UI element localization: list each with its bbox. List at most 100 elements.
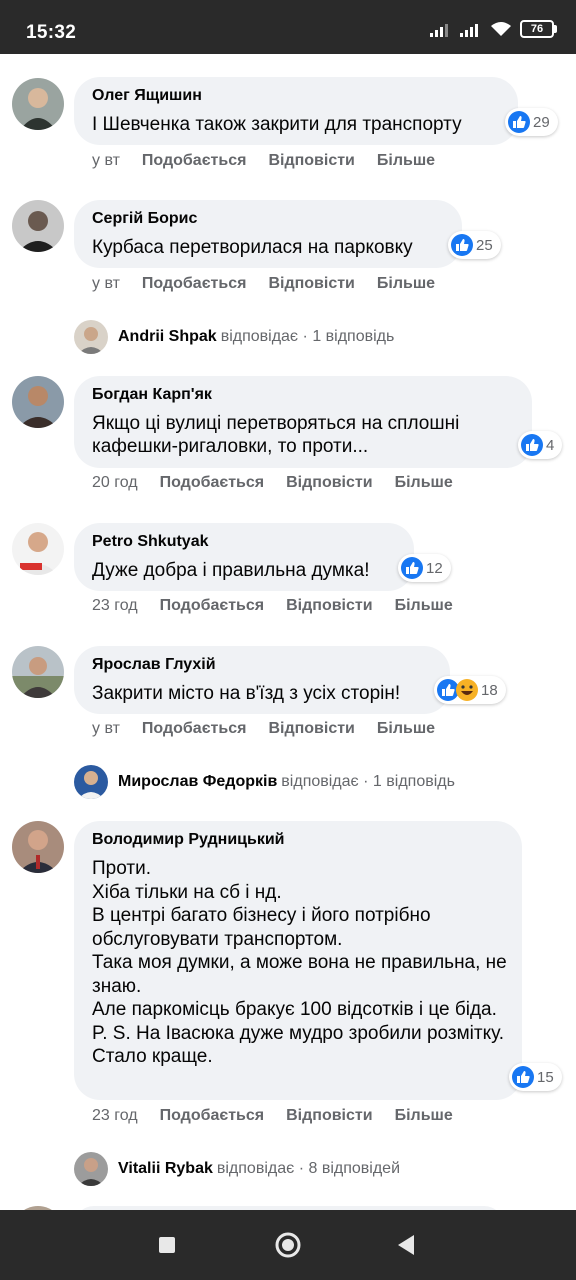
comment-meta: у вт Подобається Відповісти Більше: [92, 152, 435, 170]
comment-text: Якщо ці вулиці перетворяться на сплошні …: [92, 413, 460, 457]
battery-icon: 76: [520, 20, 557, 38]
reaction-summary[interactable]: 12: [398, 554, 451, 582]
like-icon: [521, 434, 543, 456]
reply-button[interactable]: Відповісти: [268, 275, 354, 293]
recents-square-icon[interactable]: [158, 1236, 176, 1259]
reaction-summary[interactable]: 18: [434, 676, 506, 704]
more-button[interactable]: Більше: [377, 152, 435, 170]
view-replies-link[interactable]: Мирослав Федорків відповідає · 1 відпові…: [74, 764, 455, 800]
like-button[interactable]: Подобається: [160, 1107, 265, 1125]
view-replies-link[interactable]: Andrii Shpak відповідає · 1 відповідь: [74, 319, 394, 355]
reply-author: Мирослав Федорків: [118, 773, 278, 790]
reply-button[interactable]: Відповісти: [286, 597, 372, 615]
separator: ·: [298, 328, 313, 345]
reply-verb: відповідає: [220, 328, 299, 345]
reaction-summary[interactable]: 29: [505, 108, 558, 136]
comment-time[interactable]: у вт: [92, 720, 120, 738]
avatar[interactable]: [12, 78, 64, 130]
comment-bubble[interactable]: Володимир Рудницький Проти. Хіба тільки …: [74, 821, 522, 1100]
comment-meta: 20 год Подобається Відповісти Більше: [92, 474, 453, 492]
comment-bubble[interactable]: Олег Ящишин І Шевченка також закрити для…: [74, 77, 518, 145]
separator: ·: [294, 1160, 309, 1177]
reaction-summary[interactable]: 15: [509, 1063, 562, 1091]
reaction-count: 29: [533, 113, 550, 131]
comment-time[interactable]: у вт: [92, 275, 120, 293]
reply-verb: відповідає: [281, 773, 359, 790]
reaction-summary[interactable]: 25: [448, 231, 501, 259]
reaction-count: 25: [476, 236, 493, 254]
avatar[interactable]: [12, 821, 64, 873]
like-button[interactable]: Подобається: [142, 720, 247, 738]
more-button[interactable]: Більше: [377, 275, 435, 293]
separator: ·: [358, 773, 373, 790]
reply-author: Vitalii Rybak: [118, 1160, 213, 1177]
avatar[interactable]: [12, 523, 64, 575]
comment-time[interactable]: у вт: [92, 152, 120, 170]
comment-author[interactable]: Богдан Карп'як: [92, 386, 212, 404]
signal-icon: [430, 24, 448, 37]
comment-author[interactable]: Володимир Рудницький: [92, 831, 285, 849]
system-navigation-bar: [0, 1210, 576, 1280]
avatar[interactable]: [12, 646, 64, 698]
more-button[interactable]: Більше: [377, 720, 435, 738]
reply-verb: відповідає: [216, 1160, 295, 1177]
avatar: [74, 1152, 108, 1186]
reply-author: Andrii Shpak: [118, 328, 217, 345]
reaction-count: 18: [481, 681, 498, 699]
status-time: 15:32: [26, 22, 77, 43]
comment-bubble[interactable]: Сергій Борис Курбаса перетворилася на па…: [74, 200, 462, 268]
home-circle-icon[interactable]: [274, 1231, 302, 1264]
comment-author[interactable]: Сергій Борис: [92, 210, 197, 228]
comment-text: Курбаса перетворилася на парковку: [92, 237, 413, 258]
signal-icon: [460, 24, 478, 37]
comment-text: Дуже добра і правильна думка!: [92, 560, 370, 581]
reply-count: 1 відповідь: [312, 328, 395, 345]
comment-bubble[interactable]: Petro Shkutyak Дуже добра і правильна ду…: [74, 523, 414, 591]
like-icon: [508, 111, 530, 133]
more-button[interactable]: Більше: [395, 597, 453, 615]
reply-button[interactable]: Відповісти: [268, 152, 354, 170]
reply-count: 1 відповідь: [372, 773, 455, 790]
avatar[interactable]: [12, 200, 64, 252]
reaction-count: 4: [546, 436, 555, 454]
status-bar: 15:32 76: [0, 0, 576, 54]
comment-meta: у вт Подобається Відповісти Більше: [92, 720, 435, 738]
avatar: [74, 320, 108, 354]
comment-author[interactable]: Petro Shkutyak: [92, 533, 208, 551]
comment-time[interactable]: 20 год: [92, 474, 138, 492]
like-button[interactable]: Подобається: [142, 152, 247, 170]
like-button[interactable]: Подобається: [160, 597, 265, 615]
comment-time[interactable]: 23 год: [92, 1107, 138, 1125]
comment-author[interactable]: Ярослав Глухій: [92, 656, 216, 674]
back-triangle-icon[interactable]: [396, 1234, 416, 1261]
more-button[interactable]: Більше: [395, 474, 453, 492]
reply-button[interactable]: Відповісти: [286, 474, 372, 492]
comments-feed[interactable]: Олег Ящишин І Шевченка також закрити для…: [0, 54, 576, 1210]
like-button[interactable]: Подобається: [160, 474, 265, 492]
more-button[interactable]: Більше: [395, 1107, 453, 1125]
wifi-icon: [491, 22, 511, 36]
like-button[interactable]: Подобається: [142, 275, 247, 293]
reaction-count: 12: [426, 559, 443, 577]
comment-time[interactable]: 23 год: [92, 597, 138, 615]
comment-author[interactable]: Олег Ящишин: [92, 87, 202, 105]
reaction-summary[interactable]: 4: [518, 431, 563, 459]
view-replies-link[interactable]: Vitalii Rybak відповідає · 8 відповідей: [74, 1151, 400, 1187]
like-icon: [401, 557, 423, 579]
comment-meta: 23 год Подобається Відповісти Більше: [92, 597, 453, 615]
comment-text: Закрити місто на в'їзд з усіх сторін!: [92, 683, 401, 704]
avatar: [74, 765, 108, 799]
reply-count: 8 відповідей: [308, 1160, 401, 1177]
like-icon: [512, 1066, 534, 1088]
comment-text: І Шевченка також закрити для транспорту: [92, 114, 462, 135]
avatar[interactable]: [12, 376, 64, 428]
comment-meta: у вт Подобається Відповісти Більше: [92, 275, 435, 293]
comment-bubble[interactable]: Богдан Карп'як Якщо ці вулиці перетворят…: [74, 376, 532, 468]
comment-meta: 23 год Подобається Відповісти Більше: [92, 1107, 453, 1125]
comment-text: Проти. Хіба тільки на сб і нд. В центрі …: [92, 858, 507, 1067]
reply-button[interactable]: Відповісти: [268, 720, 354, 738]
battery-level: 76: [530, 23, 544, 35]
reaction-count: 15: [537, 1068, 554, 1086]
reply-button[interactable]: Відповісти: [286, 1107, 372, 1125]
comment-bubble[interactable]: Ярослав Глухій Закрити місто на в'їзд з …: [74, 646, 450, 714]
